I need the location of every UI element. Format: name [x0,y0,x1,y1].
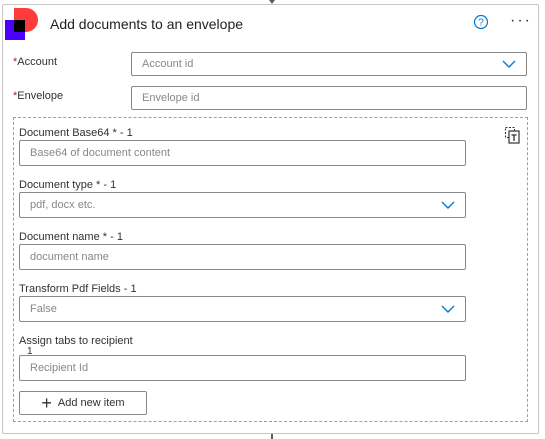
chevron-down-icon [502,60,516,68]
add-new-item-button[interactable]: + Add new item [19,391,147,415]
transform-pdf-fields-label: Transform Pdf Fields - 1 [19,283,137,295]
add-new-item-label: Add new item [57,397,125,409]
transform-pdf-fields-dropdown[interactable]: False [19,296,466,322]
envelope-input[interactable]: Envelope id [131,86,527,110]
plus-icon: + [41,393,52,413]
envelope-label: *Envelope [13,90,64,102]
document-type-label: Document type * - 1 [19,179,117,191]
account-placeholder: Account id [142,58,194,70]
document-type-placeholder: pdf, docx etc. [30,199,96,211]
account-label: *Account [13,56,58,68]
more-options-icon[interactable]: ··· [510,13,532,29]
help-circle-icon[interactable]: ? [473,14,489,30]
document-name-input[interactable]: document name [19,244,466,270]
svg-text:?: ? [478,18,484,29]
recipient-id-input[interactable]: Recipient Id [19,355,466,381]
document-base64-input[interactable]: Base64 of document content [19,140,466,166]
switch-to-array-input-icon[interactable] [504,126,520,144]
chevron-down-icon [441,305,455,313]
account-dropdown[interactable]: Account id [131,52,527,76]
document-name-label: Document name * - 1 [19,231,123,243]
document-type-dropdown[interactable]: pdf, docx etc. [19,192,466,218]
assign-tabs-label: Assign tabs to recipient [19,335,133,347]
envelope-placeholder: Envelope id [142,92,200,104]
docusign-logo-icon [5,8,38,40]
action-title[interactable]: Add documents to an envelope [50,16,243,32]
recipient-id-placeholder: Recipient Id [30,362,89,374]
document-name-placeholder: document name [30,251,109,263]
document-base64-placeholder: Base64 of document content [30,147,171,159]
document-base64-label: Document Base64 * - 1 [19,127,133,139]
chevron-down-icon [441,201,455,209]
transform-pdf-fields-value: False [30,303,57,315]
